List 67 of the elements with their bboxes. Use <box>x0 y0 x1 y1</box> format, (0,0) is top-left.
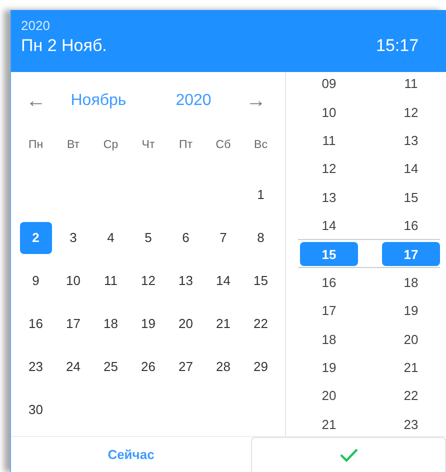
hour-option[interactable]: 17 <box>300 298 358 323</box>
day-button[interactable]: 27 <box>170 350 202 382</box>
hour-option[interactable]: 21 <box>300 412 358 436</box>
confirm-button[interactable] <box>251 437 446 472</box>
hour-option[interactable]: 14 <box>300 214 358 238</box>
day-button[interactable]: 28 <box>207 350 240 382</box>
minute-option[interactable]: 19 <box>382 298 440 323</box>
minute-option[interactable]: 13 <box>382 128 440 152</box>
day-button[interactable]: 23 <box>20 350 52 382</box>
hour-option[interactable]: 20 <box>300 384 358 408</box>
day-button[interactable]: 24 <box>57 350 90 382</box>
minute-option[interactable]: 11 <box>382 72 440 96</box>
day-button[interactable]: 20 <box>170 308 202 340</box>
hour-option[interactable]: 09 <box>300 72 358 96</box>
hour-option[interactable]: 11 <box>300 128 358 152</box>
selected-time: 15:17 <box>376 36 419 56</box>
day-button[interactable]: 16 <box>20 308 52 340</box>
minute-option[interactable]: 22 <box>382 384 440 408</box>
weekday-label: Ср <box>102 139 120 151</box>
hour-option[interactable]: 12 <box>300 157 358 181</box>
weekday-label: Сб <box>214 139 232 151</box>
weekday-label: Пт <box>178 139 194 151</box>
minute-option[interactable]: 12 <box>382 100 440 124</box>
day-button[interactable]: 14 <box>207 264 240 296</box>
day-button[interactable]: 29 <box>244 350 277 382</box>
hour-option[interactable]: 10 <box>300 100 358 124</box>
minute-option[interactable]: 23 <box>382 412 440 436</box>
day-button[interactable]: 26 <box>132 350 164 382</box>
day-button[interactable]: 19 <box>132 308 164 340</box>
day-button[interactable]: 17 <box>57 308 90 340</box>
day-button[interactable]: 9 <box>20 264 52 296</box>
day-button[interactable]: 25 <box>94 350 127 382</box>
previous-month-button[interactable]: ← <box>21 90 51 112</box>
day-button[interactable]: 12 <box>132 264 164 296</box>
weekday-label: Вт <box>66 139 81 151</box>
minute-option[interactable]: 16 <box>382 214 440 238</box>
day-button[interactable]: 30 <box>20 394 52 426</box>
day-button[interactable]: 3 <box>57 222 90 254</box>
minute-option[interactable]: 15 <box>382 185 440 210</box>
minute-option[interactable]: 18 <box>382 270 440 294</box>
day-button[interactable]: 13 <box>170 264 202 296</box>
weekday-label: Чт <box>140 139 156 151</box>
minute-option[interactable]: 20 <box>382 327 440 351</box>
day-button[interactable]: 7 <box>207 222 240 254</box>
hour-option[interactable]: 16 <box>300 270 358 294</box>
day-button[interactable]: 5 <box>132 222 164 254</box>
hour-option[interactable]: 13 <box>300 185 358 210</box>
minute-option[interactable]: 21 <box>382 356 440 380</box>
checkmark-icon <box>338 447 358 463</box>
day-button[interactable]: 18 <box>94 308 127 340</box>
hour-option[interactable]: 18 <box>300 327 358 351</box>
day-button[interactable]: 10 <box>57 264 90 296</box>
weekday-label: Пн <box>27 139 44 151</box>
day-button[interactable]: 8 <box>244 222 277 254</box>
day-button[interactable]: 15 <box>244 264 277 296</box>
weekday-label: Вс <box>253 139 268 151</box>
minute-option[interactable]: 14 <box>382 157 440 181</box>
day-button[interactable]: 21 <box>207 308 240 340</box>
day-button[interactable]: 22 <box>244 308 277 340</box>
day-button[interactable]: 11 <box>94 264 127 296</box>
header-year: 2020 <box>21 18 51 33</box>
day-button[interactable]: 4 <box>94 222 127 254</box>
day-button[interactable]: 1 <box>244 178 277 210</box>
hour-option[interactable]: 19 <box>300 356 358 380</box>
selected-date: Пн 2 Нояб. <box>21 36 108 56</box>
day-button[interactable]: 6 <box>170 222 202 254</box>
next-month-button[interactable]: → <box>241 90 271 112</box>
